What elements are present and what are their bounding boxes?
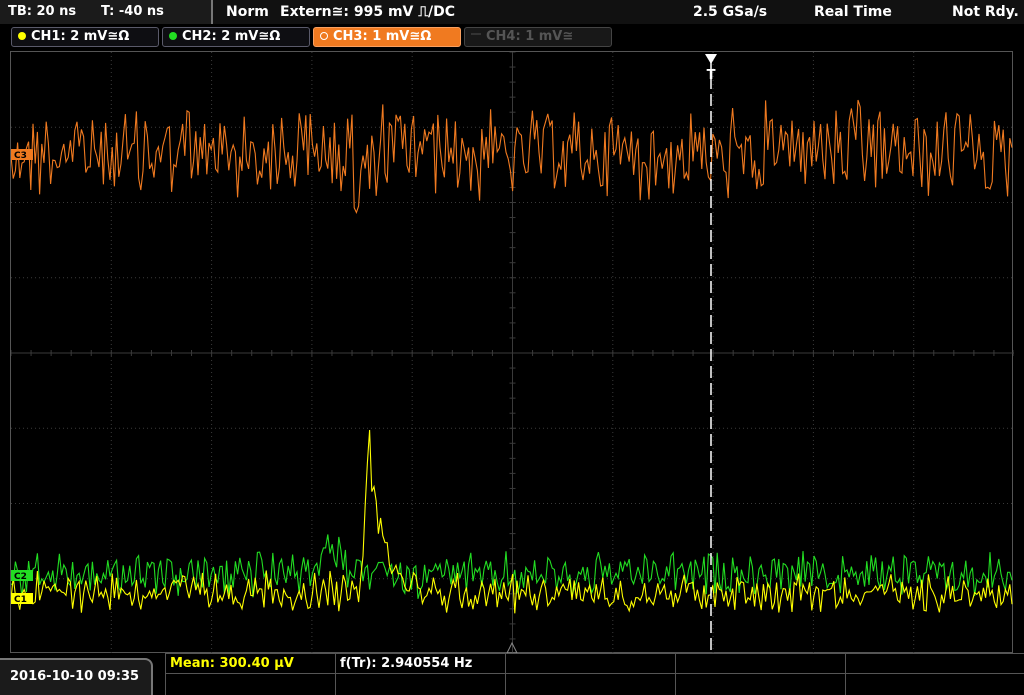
measurement-divider-3 bbox=[675, 653, 676, 695]
ch3-indicator-icon bbox=[320, 31, 328, 40]
ch2-trace bbox=[11, 534, 1013, 599]
measurement-divider-4 bbox=[845, 653, 846, 695]
top-status-bar: TB: 20 ns T: -40 ns Norm Extern≅: 995 mV… bbox=[0, 0, 1024, 24]
measurement-divider-0 bbox=[165, 653, 166, 695]
channel-3-label: CH3: 1 mV≅Ω bbox=[333, 29, 432, 44]
acquisition-mode: Real Time bbox=[814, 4, 892, 20]
ch1-indicator-icon bbox=[18, 31, 26, 40]
channel-1-label: CH1: 2 mV≅Ω bbox=[31, 29, 130, 44]
waveform-display[interactable]: T C3 C2 C1 bbox=[10, 51, 1014, 654]
bottom-bar bbox=[0, 653, 1024, 695]
channel-2-button[interactable]: CH2: 2 mV≅Ω bbox=[162, 27, 310, 47]
channel-2-label: CH2: 2 mV≅Ω bbox=[182, 29, 281, 44]
measurement-separator-mid bbox=[165, 673, 1024, 674]
measurement-divider-1 bbox=[335, 653, 336, 695]
ch1-offset-marker[interactable]: C1 bbox=[11, 593, 33, 605]
ch2-marker-label: C2 bbox=[14, 572, 27, 582]
channel-3-button[interactable]: CH3: 1 mV≅Ω bbox=[313, 27, 461, 47]
ch4-indicator-icon bbox=[471, 32, 481, 35]
sample-rate: 2.5 GSa/s bbox=[693, 4, 768, 20]
measurement-separator-top bbox=[165, 653, 1024, 654]
timebase-box[interactable]: TB: 20 ns T: -40 ns bbox=[0, 0, 213, 24]
ch2-indicator-icon bbox=[169, 31, 177, 40]
channel-bar: CH1: 2 mV≅Ω CH2: 2 mV≅Ω CH3: 1 mV≅Ω CH4:… bbox=[0, 24, 1024, 50]
measurement-frequency[interactable]: f(Tr): 2.940554 Hz bbox=[340, 655, 472, 673]
trigger-mode[interactable]: Norm bbox=[226, 0, 269, 24]
waveform-canvas: T C3 C2 C1 bbox=[11, 52, 1014, 654]
measurement-divider-2 bbox=[505, 653, 506, 695]
trigger-position-label: T: -40 ns bbox=[101, 4, 164, 19]
ch3-marker-label: C3 bbox=[14, 151, 27, 161]
ch2-offset-marker[interactable]: C2 bbox=[11, 570, 33, 582]
trigger-source[interactable]: Extern≅: 995 mV ⎍/DC bbox=[280, 0, 455, 24]
ch1-marker-label: C1 bbox=[14, 595, 27, 605]
datetime-display: 2016-10-10 09:35 bbox=[0, 658, 153, 695]
channel-1-button[interactable]: CH1: 2 mV≅Ω bbox=[11, 27, 159, 47]
measurement-mean[interactable]: Mean: 300.40 µV bbox=[170, 655, 294, 673]
acquisition-state: Not Rdy. bbox=[952, 4, 1019, 20]
trigger-marker-icon[interactable]: T bbox=[705, 54, 717, 83]
channel-4-label: CH4: 1 mV≅ bbox=[486, 29, 574, 44]
channel-4-button[interactable]: CH4: 1 mV≅ bbox=[464, 27, 612, 47]
ch3-trace bbox=[11, 99, 1013, 214]
ch3-offset-marker[interactable]: C3 bbox=[11, 149, 33, 161]
trigger-marker-label: T bbox=[707, 68, 716, 83]
ch1-trace bbox=[11, 429, 1013, 614]
timebase-label: TB: 20 ns bbox=[8, 4, 77, 19]
